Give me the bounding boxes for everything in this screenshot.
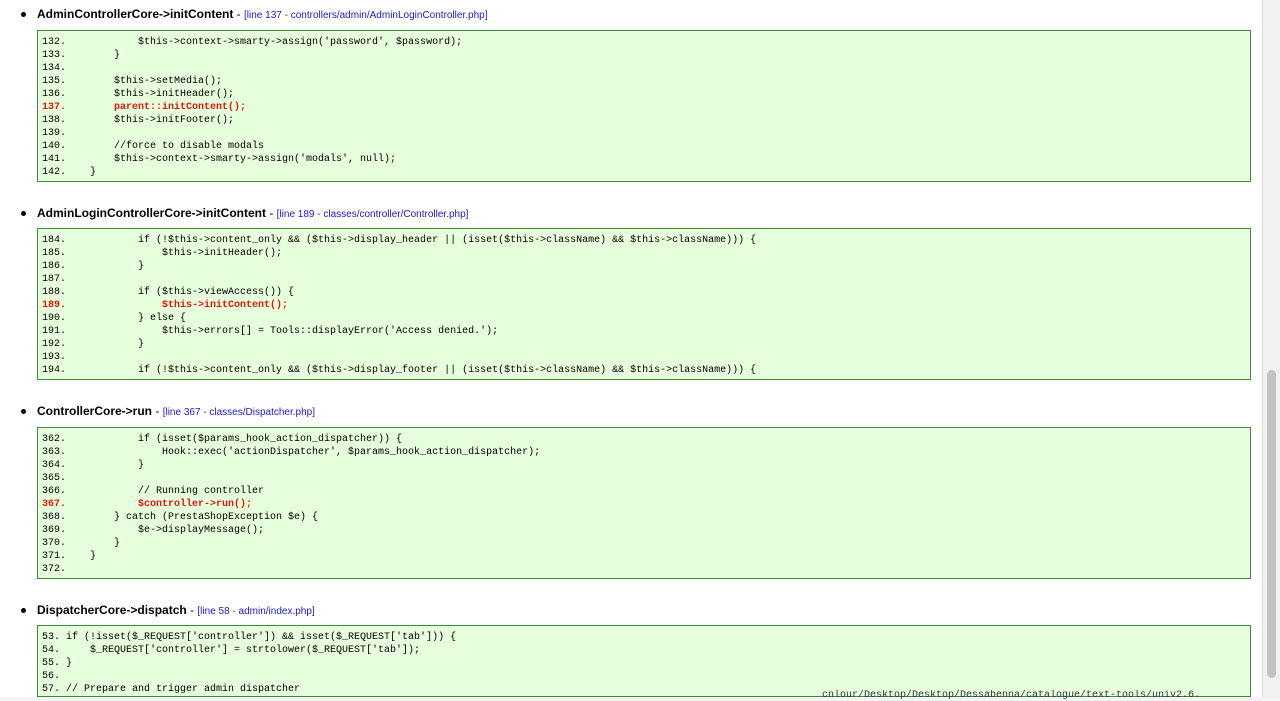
error-code-line: 189. $this->initContent();: [42, 300, 289, 311]
code-line: 55. }: [42, 658, 73, 669]
code-snippet: 132. $this->context->smarty->assign('pas…: [37, 30, 1251, 182]
file-location: [line 367 - classes/Dispatcher.php]: [162, 407, 316, 418]
code-line: 139.: [42, 128, 67, 139]
code-line: 185. $this->initHeader();: [42, 248, 283, 259]
code-line: 191. $this->errors[] = Tools::displayErr…: [42, 326, 499, 337]
separator: -: [155, 404, 160, 418]
code-line: 192. }: [42, 339, 145, 350]
trace-header: AdminControllerCore->initContent - [line…: [37, 6, 487, 22]
error-code-line: 137. parent::initContent();: [42, 102, 247, 113]
scrollbar-thumb[interactable]: [1267, 370, 1276, 678]
code-line: 371. }: [42, 551, 97, 562]
code-line: 362. if (isset($params_hook_action_dispa…: [42, 434, 403, 445]
code-line: 369. $e->displayMessage();: [42, 525, 265, 536]
code-line: 188. if ($this->viewAccess()) {: [42, 287, 295, 298]
code-line: 370. }: [42, 538, 121, 549]
bullet-icon: [21, 12, 26, 17]
function-name: DispatcherCore->dispatch: [37, 603, 187, 617]
background-terminal-text: cnlour/Desktop/Desktop/Dessabenna/catalo…: [822, 690, 1201, 701]
code-line: 186. }: [42, 261, 145, 272]
code-line: 368. } catch (PrestaShopException $e) {: [42, 512, 319, 523]
trace-header: ControllerCore->run - [line 367 - classe…: [37, 403, 315, 419]
file-location: [line 58 - admin/index.php]: [197, 606, 315, 617]
code-line: 56.: [42, 671, 61, 682]
vertical-scrollbar[interactable]: [1262, 0, 1280, 697]
code-line: 372.: [42, 564, 67, 575]
code-line: 132. $this->context->smarty->assign('pas…: [42, 37, 463, 48]
code-snippet: 53. if (!isset($_REQUEST['controller']) …: [37, 625, 1251, 697]
function-name: AdminLoginControllerCore->initContent: [37, 206, 266, 220]
code-line: 53. if (!isset($_REQUEST['controller']) …: [42, 632, 457, 643]
separator: -: [269, 206, 274, 220]
code-line: 365.: [42, 473, 67, 484]
code-line: 134.: [42, 63, 67, 74]
trace-header: AdminLoginControllerCore->initContent - …: [37, 205, 468, 221]
bullet-icon: [21, 409, 26, 414]
error-code-line: 367. $controller->run();: [42, 499, 253, 510]
code-line: 194. if (!$this->content_only && ($this-…: [42, 365, 757, 376]
code-line: 364. }: [42, 460, 145, 471]
code-line: 140. //force to disable modals: [42, 141, 265, 152]
code-line: 141. $this->context->smarty->assign('mod…: [42, 154, 397, 165]
code-line: 133. }: [42, 50, 121, 61]
bullet-icon: [21, 608, 26, 613]
code-line: 135. $this->setMedia();: [42, 76, 223, 87]
function-name: ControllerCore->run: [37, 404, 153, 418]
file-location: [line 137 - controllers/admin/AdminLogin…: [244, 10, 488, 21]
error-trace-page: AdminControllerCore->initContent - [line…: [0, 0, 1262, 697]
code-line: 363. Hook::exec('actionDispatcher', $par…: [42, 447, 541, 458]
function-name: AdminControllerCore->initContent: [37, 7, 234, 21]
code-line: 187.: [42, 274, 67, 285]
code-line: 366. // Running controller: [42, 486, 265, 497]
code-line: 184. if (!$this->content_only && ($this-…: [42, 235, 757, 246]
code-snippet: 362. if (isset($params_hook_action_dispa…: [37, 427, 1251, 579]
code-line: 142. }: [42, 167, 97, 178]
code-snippet: 184. if (!$this->content_only && ($this-…: [37, 228, 1251, 380]
separator: -: [190, 603, 195, 617]
code-line: 138. $this->initFooter();: [42, 115, 235, 126]
code-line: 54. $_REQUEST['controller'] = strtolower…: [42, 645, 421, 656]
bullet-icon: [21, 211, 26, 216]
code-line: 193.: [42, 352, 67, 363]
code-line: 190. } else {: [42, 313, 187, 324]
separator: -: [236, 7, 241, 21]
file-location: [line 189 - classes/controller/Controlle…: [276, 209, 469, 220]
trace-header: DispatcherCore->dispatch - [line 58 - ad…: [37, 602, 315, 618]
code-line: 136. $this->initHeader();: [42, 89, 235, 100]
